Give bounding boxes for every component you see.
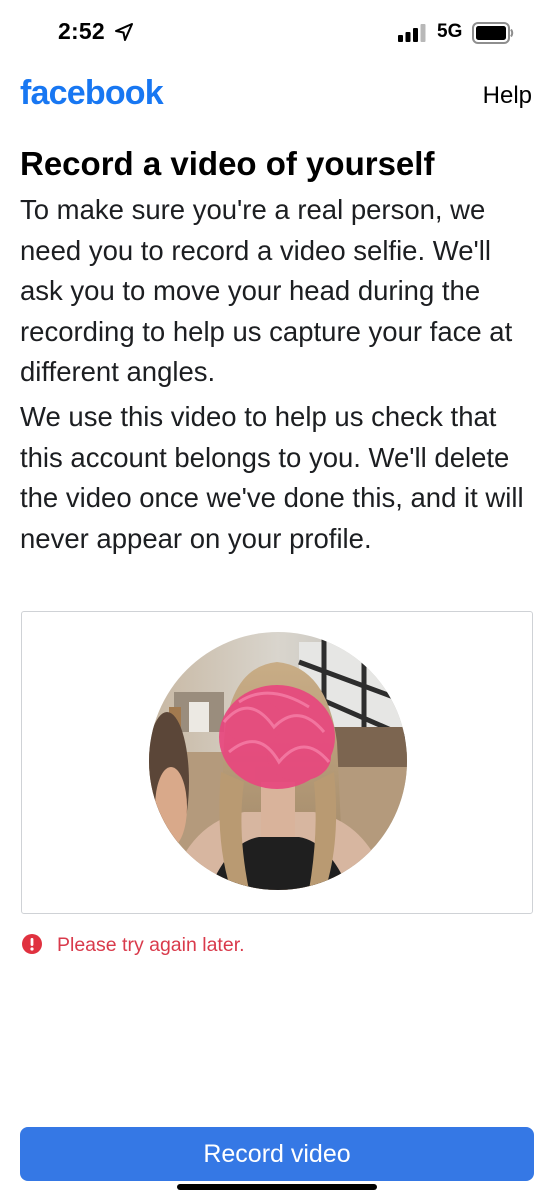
privacy-paragraph: We use this video to help us check that …	[20, 401, 524, 554]
battery-icon	[472, 22, 514, 44]
cellular-signal-icon	[398, 24, 428, 42]
instructions-paragraph: To make sure you're a real person, we ne…	[20, 194, 513, 387]
status-time: 2:52	[58, 18, 105, 44]
record-video-button[interactable]: Record video	[20, 1127, 534, 1181]
facebook-logo: facebook	[20, 74, 164, 112]
status-bar: 2:52 5G	[0, 0, 554, 66]
page-title: Record a video of yourself	[20, 145, 435, 182]
help-link[interactable]: Help	[483, 82, 532, 110]
home-indicator	[177, 1184, 377, 1190]
error-message: Please try again later.	[57, 934, 245, 956]
location-arrow-icon	[114, 22, 134, 42]
network-type-label: 5G	[437, 21, 463, 42]
camera-preview	[149, 632, 407, 890]
error-exclamation-icon	[21, 933, 43, 955]
camera-frame	[21, 611, 533, 914]
